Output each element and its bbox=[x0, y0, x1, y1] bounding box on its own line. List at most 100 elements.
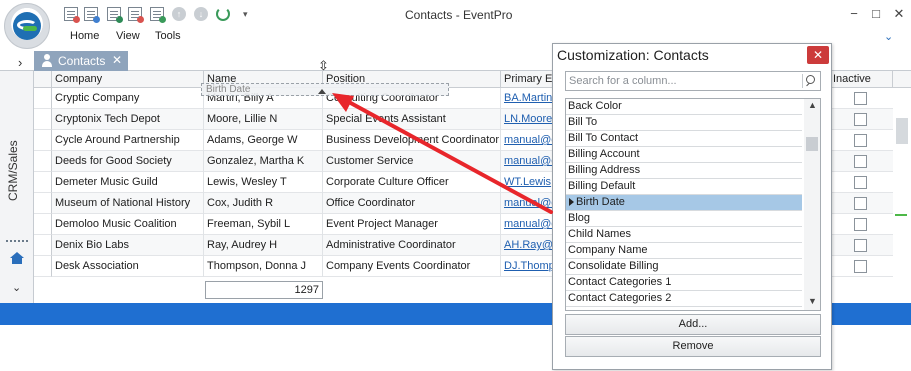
inactive-checkbox[interactable] bbox=[854, 92, 867, 105]
grid-vertical-scrollbar[interactable] bbox=[893, 88, 911, 303]
row-indicator[interactable] bbox=[34, 109, 52, 130]
cell-primary-email[interactable]: LN.Moore bbox=[501, 109, 553, 130]
cell-primary-email[interactable]: WT.Lewis bbox=[501, 172, 553, 193]
column-list-item[interactable]: Birth Date bbox=[566, 195, 802, 211]
column-search-input[interactable]: Search for a column... bbox=[565, 71, 821, 91]
column-list-item[interactable]: Contact Categories 1 bbox=[566, 275, 802, 291]
move-down-glyph: ↓ bbox=[198, 9, 204, 19]
window-title: Contacts - EventPro bbox=[405, 8, 513, 22]
list-scroll-thumb[interactable] bbox=[806, 137, 818, 151]
tab-contacts[interactable]: Contacts ✕ bbox=[34, 51, 128, 71]
inactive-checkbox[interactable] bbox=[854, 260, 867, 273]
column-list-item[interactable]: Contact Categories 2 bbox=[566, 291, 802, 307]
expand-nav-chevron-icon[interactable]: › bbox=[18, 55, 22, 70]
cell-primary-email[interactable]: manual@e bbox=[501, 193, 553, 214]
inactive-checkbox[interactable] bbox=[854, 197, 867, 210]
inactive-checkbox[interactable] bbox=[854, 176, 867, 189]
close-window-button[interactable]: ✕ bbox=[889, 4, 909, 24]
move-up-icon[interactable]: ↑ bbox=[172, 7, 186, 21]
email-icon[interactable] bbox=[150, 7, 166, 23]
cell-primary-email[interactable]: manual@e bbox=[501, 130, 553, 151]
column-list-item[interactable]: Billing Address bbox=[566, 163, 802, 179]
cell-position: Office Coordinator bbox=[323, 193, 501, 214]
cell-name: Ray, Audrey H bbox=[204, 235, 323, 256]
menu-home[interactable]: Home bbox=[70, 30, 99, 48]
dialog-close-button[interactable]: ✕ bbox=[807, 46, 829, 64]
column-list-scrollbar[interactable]: ▲ ▼ bbox=[804, 99, 820, 310]
dialog-title: Customization: Contacts bbox=[557, 47, 709, 63]
row-indicator[interactable] bbox=[34, 256, 52, 277]
grid-doc-icon[interactable] bbox=[84, 7, 100, 23]
column-list[interactable]: Back Color Bill To Bill To Contact Billing … bbox=[565, 98, 821, 311]
column-list-item[interactable]: Billing Account bbox=[566, 147, 802, 163]
menu-view[interactable]: View bbox=[116, 30, 140, 48]
scroll-marker bbox=[895, 214, 907, 216]
tab-close-icon[interactable]: ✕ bbox=[112, 53, 122, 67]
cell-position: Business Development Coordinator bbox=[323, 130, 501, 151]
column-list-item[interactable]: Bill To bbox=[566, 115, 802, 131]
inactive-checkbox[interactable] bbox=[854, 155, 867, 168]
search-icon[interactable] bbox=[802, 74, 816, 88]
cell-company: Denix Bio Labs bbox=[52, 235, 204, 256]
column-list-item[interactable]: Consolidate Billing bbox=[566, 259, 802, 275]
column-list-item[interactable]: Billing Default bbox=[566, 179, 802, 195]
module-label[interactable]: CRM/Sales bbox=[6, 131, 26, 211]
column-header-primary-email[interactable]: Primary Er bbox=[501, 71, 553, 88]
row-indicator[interactable] bbox=[34, 151, 52, 172]
column-list-item[interactable]: Back Color bbox=[566, 99, 802, 115]
row-indicator[interactable] bbox=[34, 172, 52, 193]
column-list-item[interactable]: Bill To Contact bbox=[566, 131, 802, 147]
scroll-down-icon[interactable]: ▼ bbox=[808, 296, 817, 306]
crm-logo-icon[interactable] bbox=[4, 3, 50, 49]
cell-name: Cox, Judith R bbox=[204, 193, 323, 214]
column-header-company[interactable]: Company bbox=[52, 71, 204, 88]
customization-dialog: Customization: Contacts ✕ Search for a c… bbox=[552, 43, 832, 370]
person-icon bbox=[41, 54, 53, 67]
column-list-item[interactable]: Blog bbox=[566, 211, 802, 227]
column-list-item[interactable]: Child Names bbox=[566, 227, 802, 243]
refresh-icon[interactable] bbox=[216, 7, 230, 21]
inactive-checkbox[interactable] bbox=[854, 134, 867, 147]
home-icon[interactable] bbox=[10, 252, 24, 266]
inactive-checkbox[interactable] bbox=[854, 113, 867, 126]
cell-primary-email[interactable]: DJ.Thomp bbox=[501, 256, 553, 277]
cell-name: Moore, Lillie N bbox=[204, 109, 323, 130]
cell-company: Demeter Music Guild bbox=[52, 172, 204, 193]
row-indicator[interactable] bbox=[34, 88, 52, 109]
sidebar-splitter[interactable] bbox=[6, 240, 28, 243]
cell-company: Cryptic Company bbox=[52, 88, 204, 109]
cell-primary-email[interactable]: BA.Martin bbox=[501, 88, 553, 109]
cell-position: Administrative Coordinator bbox=[323, 235, 501, 256]
cell-primary-email[interactable]: manual@e bbox=[501, 151, 553, 172]
row-indicator[interactable] bbox=[34, 130, 52, 151]
record-count-total: 1297 bbox=[205, 281, 323, 299]
move-down-icon[interactable]: ↓ bbox=[194, 7, 208, 21]
column-header-inactive[interactable]: Inactive bbox=[830, 71, 893, 88]
cell-position: Customer Service bbox=[323, 151, 501, 172]
cell-primary-email[interactable]: manual@e bbox=[501, 214, 553, 235]
sidebar-chevron-down-icon[interactable]: ⌄ bbox=[12, 281, 21, 294]
cell-name: Thompson, Donna J bbox=[204, 256, 323, 277]
cell-company: Demoloo Music Coalition bbox=[52, 214, 204, 235]
maximize-button[interactable]: □ bbox=[866, 4, 886, 24]
image-export-icon[interactable] bbox=[128, 7, 144, 23]
inactive-checkbox[interactable] bbox=[854, 239, 867, 252]
row-indicator[interactable] bbox=[34, 235, 52, 256]
inactive-checkbox[interactable] bbox=[854, 218, 867, 231]
row-indicator[interactable] bbox=[34, 193, 52, 214]
remove-column-button[interactable]: Remove bbox=[565, 336, 821, 357]
scroll-up-icon[interactable]: ▲ bbox=[808, 100, 817, 110]
scroll-thumb[interactable] bbox=[896, 118, 908, 144]
excel-export-icon[interactable] bbox=[107, 7, 123, 23]
menu-tools[interactable]: Tools bbox=[155, 30, 181, 48]
minimize-button[interactable]: − bbox=[844, 4, 864, 24]
column-list-item[interactable]: Company Name bbox=[566, 243, 802, 259]
ribbon-collapse-icon[interactable]: ⌄ bbox=[884, 30, 893, 43]
row-indicator[interactable] bbox=[34, 214, 52, 235]
add-column-button[interactable]: Add... bbox=[565, 314, 821, 335]
cell-primary-email[interactable]: AH.Ray@e bbox=[501, 235, 553, 256]
cell-name: Lewis, Wesley T bbox=[204, 172, 323, 193]
calendar-doc-icon[interactable] bbox=[64, 7, 80, 23]
cell-position: Company Events Coordinator bbox=[323, 256, 501, 277]
quick-access-dropdown-icon[interactable]: ▾ bbox=[243, 7, 251, 21]
